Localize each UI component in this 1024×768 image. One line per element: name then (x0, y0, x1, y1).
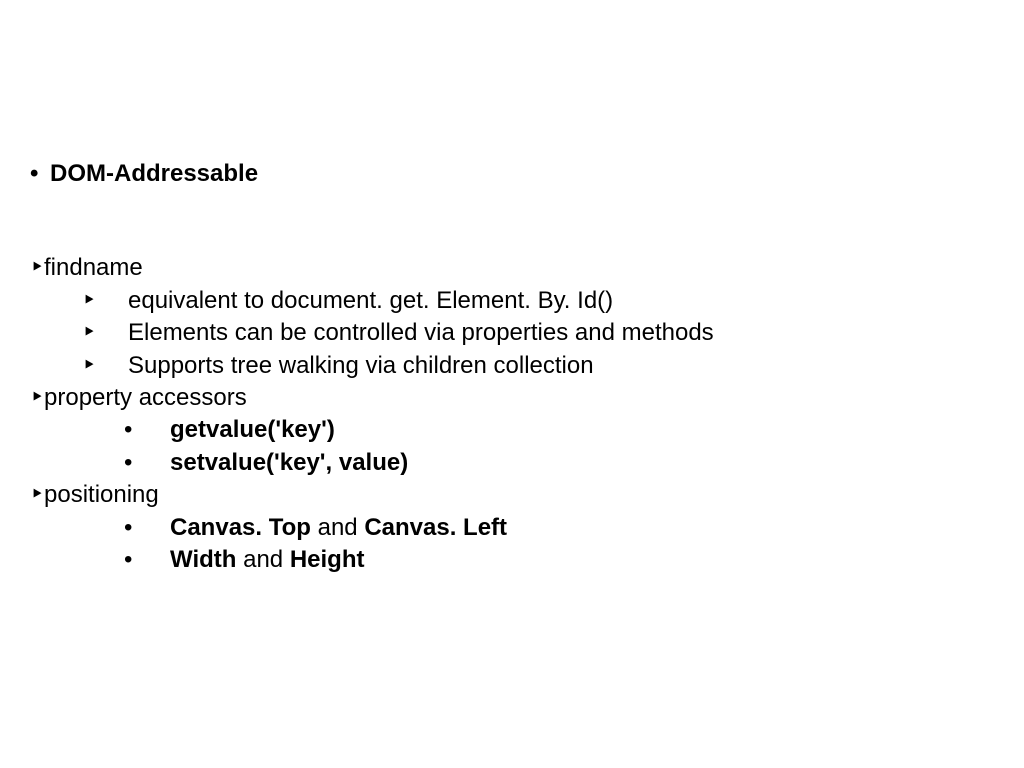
findname-item-3: ‣Supports tree walking via children coll… (30, 350, 1024, 382)
arrow-icon: ‣ (30, 479, 44, 511)
section-head: positioning (44, 481, 159, 508)
arrow-icon: ‣ (30, 382, 44, 414)
findname-item-1: ‣equivalent to document. get. Element. B… (30, 285, 1024, 317)
item-text: setvalue('key', value) (170, 449, 408, 476)
item-text-part3: Canvas. Left (364, 514, 507, 541)
arrow-icon: ‣ (30, 252, 44, 284)
item-text: equivalent to document. get. Element. By… (128, 287, 613, 314)
item-text-part2: and (311, 514, 364, 541)
item-text-part1: Width (170, 546, 236, 573)
arrow-icon: ‣ (82, 317, 128, 349)
bullet-dot: • (124, 544, 170, 576)
item-text: getvalue('key') (170, 416, 335, 443)
positioning-item-2: •Width and Height (30, 544, 1024, 576)
positioning-item-1: •Canvas. Top and Canvas. Left (30, 512, 1024, 544)
section-property-accessors: ‣property accessors (30, 382, 1024, 414)
bullet-dot: • (30, 158, 50, 190)
section-findname: ‣findname (30, 252, 1024, 284)
item-text: Supports tree walking via children colle… (128, 352, 594, 379)
item-text-part1: Canvas. Top (170, 514, 311, 541)
item-text-part3: Height (290, 546, 365, 573)
bullet-dot: • (124, 512, 170, 544)
findname-item-2: ‣Elements can be controlled via properti… (30, 317, 1024, 349)
section-positioning: ‣positioning (30, 479, 1024, 511)
section-head: findname (44, 254, 143, 281)
accessors-item-1: •getvalue('key') (30, 414, 1024, 446)
slide: •DOM-Addressable ‣findname ‣equivalent t… (0, 0, 1024, 768)
item-text: Elements can be controlled via propertie… (128, 319, 714, 346)
arrow-icon: ‣ (82, 350, 128, 382)
bullet-dot: • (124, 447, 170, 479)
arrow-icon: ‣ (82, 285, 128, 317)
slide-title: DOM-Addressable (50, 160, 258, 187)
item-text-part2: and (236, 546, 289, 573)
bullet-dot: • (124, 414, 170, 446)
section-head: property accessors (44, 384, 247, 411)
accessors-item-2: •setvalue('key', value) (30, 447, 1024, 479)
slide-title-row: •DOM-Addressable (30, 158, 1024, 190)
